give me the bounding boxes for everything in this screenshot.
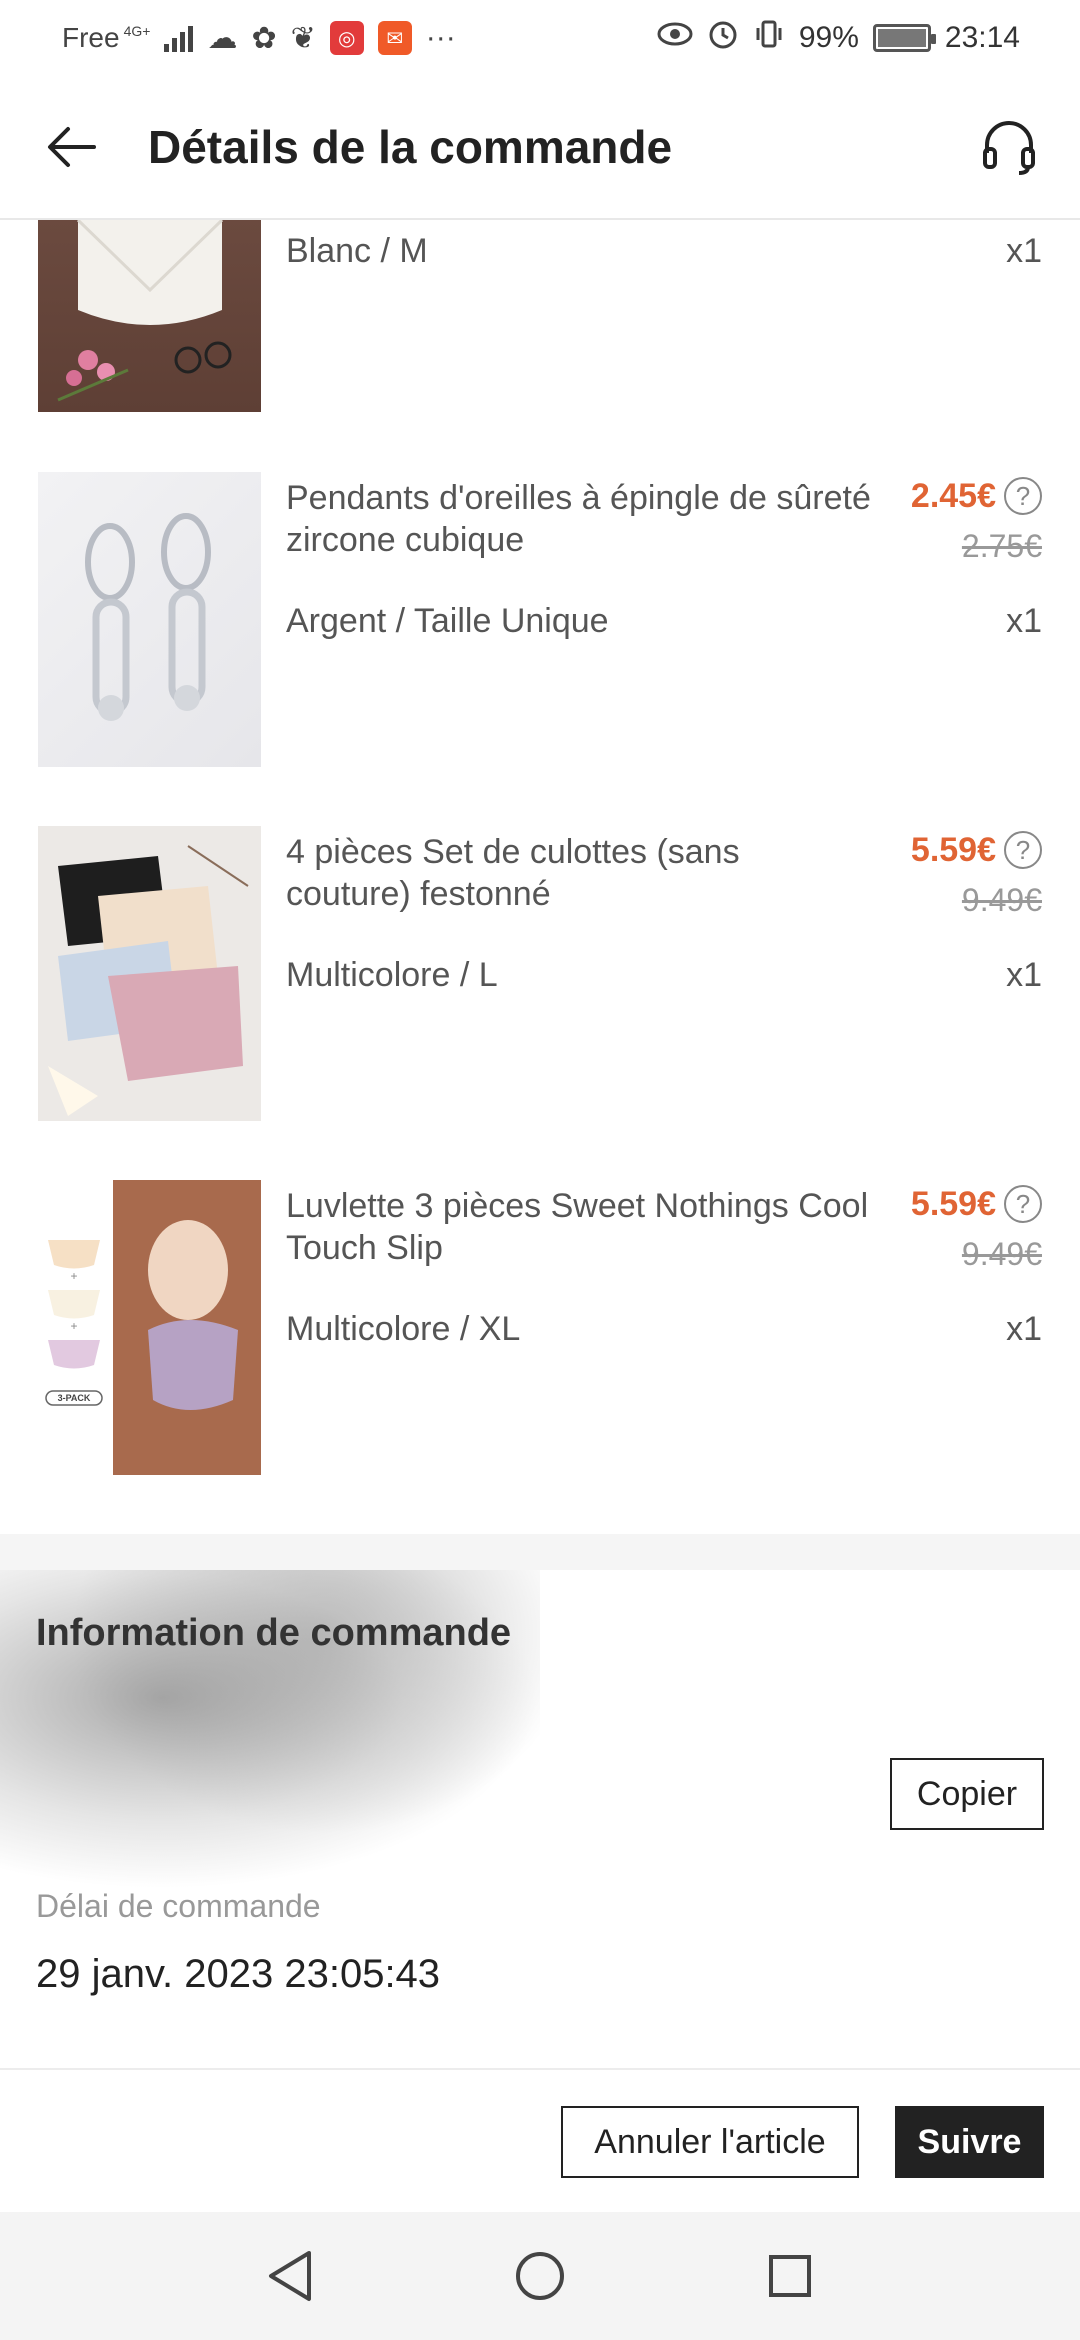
item-quantity: x1	[1006, 602, 1042, 640]
back-arrow-icon	[48, 127, 96, 167]
network-label: 4G+	[123, 23, 151, 39]
item-name[interactable]: Luvlette 3 pièces Sweet Nothings Cool To…	[286, 1185, 906, 1269]
product-image: + +	[45, 1180, 261, 1475]
nav-back-button[interactable]	[260, 2246, 320, 2306]
eye-icon	[657, 21, 693, 55]
square-recents-icon	[769, 2255, 811, 2297]
app-icon: ❦	[290, 21, 316, 55]
headset-icon	[983, 121, 1035, 175]
battery-icon	[872, 24, 936, 52]
product-image	[48, 845, 249, 1116]
item-variant: Multicolore / L	[286, 956, 498, 994]
price-info-icon[interactable]: ?	[1004, 831, 1042, 869]
circle-home-icon	[516, 2252, 564, 2300]
item-quantity: x1	[1006, 232, 1042, 270]
item-original-price: 9.49€	[961, 1236, 1042, 1272]
product-image	[85, 513, 211, 721]
alarm-icon	[707, 18, 739, 58]
list-item[interactable]: Blanc / M x1	[0, 220, 1080, 412]
item-quantity: x1	[1006, 956, 1042, 994]
section-divider	[0, 1534, 1080, 1570]
item-original-price: 2.75€	[961, 528, 1042, 564]
list-item[interactable]: 4 pièces Set de culottes (sans couture) …	[0, 826, 1080, 1121]
track-button[interactable]: Suivre	[895, 2106, 1044, 2178]
item-original-price: 9.49€	[961, 882, 1042, 918]
item-price: 2.45€	[910, 477, 996, 515]
list-item[interactable]: Pendants d'oreilles à épingle de sûreté …	[0, 472, 1080, 767]
copy-button[interactable]: Copier	[890, 1758, 1044, 1830]
item-variant: Multicolore / XL	[286, 1310, 521, 1348]
price-info-icon[interactable]: ?	[1004, 1185, 1042, 1223]
svg-text:+: +	[70, 1269, 77, 1283]
status-right: 99% 23:14	[657, 18, 1020, 58]
app-orange-icon: ✉	[377, 21, 412, 55]
nav-home-button[interactable]	[510, 2246, 570, 2306]
price-info-icon[interactable]: ?	[1004, 477, 1042, 515]
app-header: Détails de la commande	[0, 76, 1080, 220]
svg-text:+: +	[70, 1319, 77, 1333]
item-name[interactable]: 4 pièces Set de culottes (sans couture) …	[286, 831, 806, 915]
pack-label: 3-PACK	[57, 1393, 91, 1403]
more-notifications: ···	[425, 21, 456, 54]
carrier-label: Free	[62, 22, 120, 53]
order-information-section: Information de commande Copier Délai de …	[0, 1570, 1080, 2070]
app-red-icon: ◎	[329, 21, 364, 55]
bottom-action-bar: Annuler l'article Suivre	[0, 2068, 1080, 2212]
item-price: 5.59€	[910, 1185, 996, 1223]
product-thumbnail[interactable]	[38, 220, 261, 412]
item-variant: Argent / Taille Unique	[286, 602, 609, 640]
wechat-icon: ✿	[251, 21, 277, 55]
system-navigation-bar	[0, 2212, 1080, 2340]
product-thumbnail[interactable]	[38, 826, 261, 1121]
page-title: Détails de la commande	[148, 121, 673, 173]
item-variant: Blanc / M	[286, 232, 428, 270]
item-price: 5.59€	[910, 831, 996, 869]
vibrate-icon	[753, 18, 785, 58]
back-button[interactable]	[36, 112, 106, 182]
clock: 23:14	[944, 21, 1020, 54]
triangle-back-icon	[269, 2251, 311, 2301]
item-name[interactable]: Pendants d'oreilles à épingle de sûreté …	[286, 477, 906, 561]
order-date-value: 29 janv. 2023 23:05:43	[36, 1952, 441, 1996]
battery-percent: 99%	[798, 21, 859, 54]
status-bar: Free 4G+ ☁ ✿ ❦ ◎ ✉ ··· 99% 23:14	[0, 0, 1080, 76]
product-thumbnail[interactable]	[38, 472, 261, 767]
product-image	[57, 220, 232, 402]
list-item[interactable]: + + 3-PACK Luvlette 3 pièces Sweet Nothi…	[0, 1180, 1080, 1475]
nav-recents-button[interactable]	[760, 2246, 820, 2306]
section-title: Information de commande	[36, 1612, 512, 1654]
product-thumbnail[interactable]: + + 3-PACK	[38, 1180, 261, 1475]
cancel-item-button[interactable]: Annuler l'article	[561, 2106, 859, 2178]
signal-icon	[164, 24, 194, 52]
item-quantity: x1	[1006, 1310, 1042, 1348]
cloud-icon: ☁	[207, 21, 238, 55]
status-left: Free 4G+ ☁ ✿ ❦ ◎ ✉ ···	[62, 21, 456, 56]
order-date-label: Délai de commande	[36, 1888, 321, 1924]
customer-service-button[interactable]	[974, 112, 1044, 182]
